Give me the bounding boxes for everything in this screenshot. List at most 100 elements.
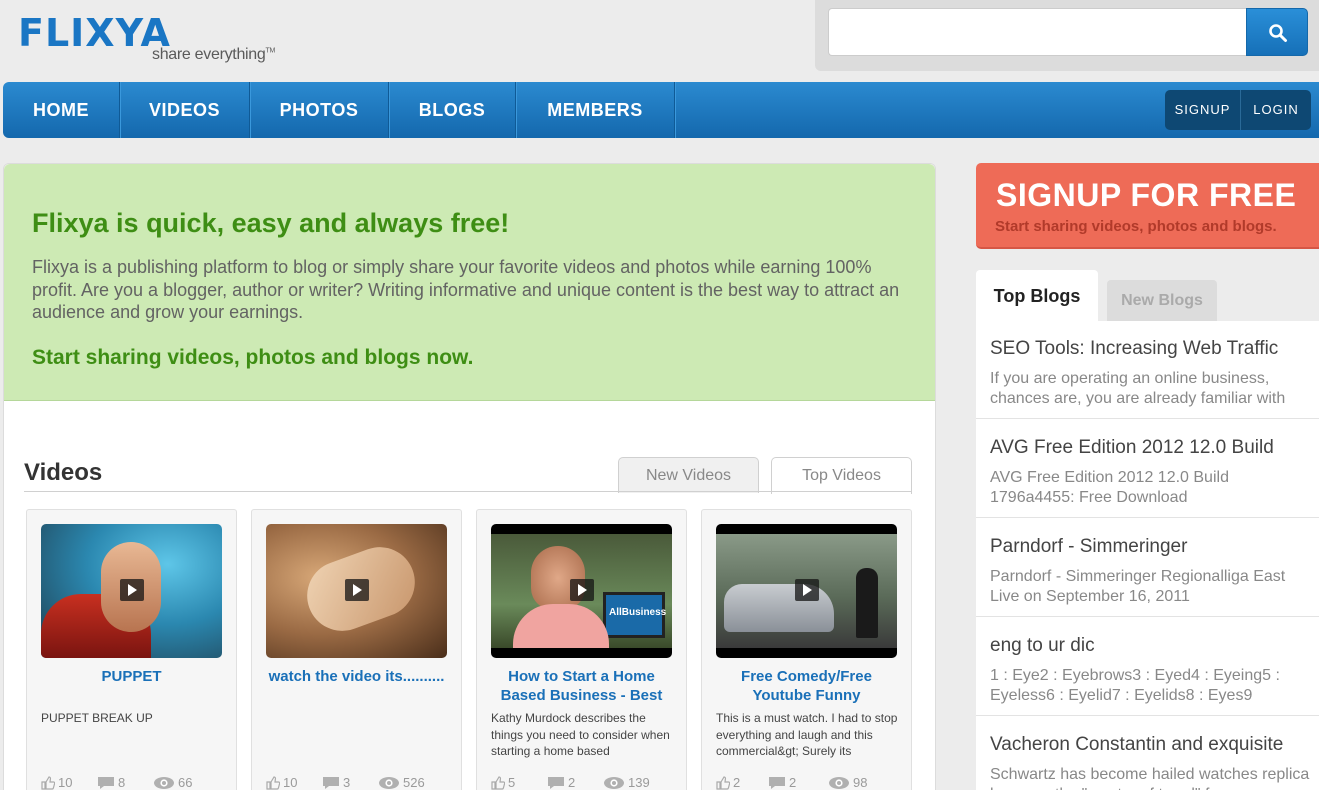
comments-stat: 2: [768, 774, 796, 790]
comments-stat: 2: [547, 774, 575, 790]
logo-tagline-text: share everything: [152, 46, 266, 63]
video-card: AllBusiness How to Start a Home Based Bu…: [476, 509, 687, 790]
likes-stat: 2: [716, 774, 740, 790]
video-description: This is a must watch. I had to stop ever…: [716, 711, 898, 758]
hero-cta: Start sharing videos, photos and blogs n…: [32, 346, 474, 369]
likes-count: 10: [283, 775, 298, 790]
video-title[interactable]: PUPPET: [35, 667, 228, 686]
comments-stat: 3: [322, 774, 350, 790]
nav-photos[interactable]: PHOTOS: [250, 82, 389, 138]
video-card: watch the video its.......... 10 3 526: [251, 509, 462, 790]
tab-new-blogs[interactable]: New Blogs: [1107, 280, 1217, 322]
blog-title: eng to ur dic: [990, 635, 1095, 656]
nav-videos[interactable]: VIDEOS: [120, 82, 250, 138]
video-stats: 10 3 526: [266, 774, 451, 790]
nav-login-button[interactable]: LOGIN: [1241, 90, 1311, 130]
video-card: PUPPET PUPPET BREAK UP 10 8 66: [26, 509, 237, 790]
blog-snippet: AVG Free Edition 2012 12.0 Build 1796a44…: [990, 469, 1229, 506]
video-description: Kathy Murdock describes the things you n…: [491, 711, 670, 758]
site-logo[interactable]: FLIXYA share everythingTM: [18, 12, 288, 68]
video-title[interactable]: watch the video its..........: [260, 667, 453, 686]
video-card: Free Comedy/Free Youtube Funny This is a…: [701, 509, 912, 790]
views-count: 139: [628, 775, 650, 790]
blog-title: Vacheron Constantin and exquisite: [990, 734, 1284, 755]
blog-list-item[interactable]: Vacheron Constantin and exquisite Schwar…: [976, 717, 1319, 790]
signup-banner-subtitle: Start sharing videos, photos and blogs.: [995, 218, 1277, 235]
video-title[interactable]: Free Comedy/Free Youtube Funny: [710, 667, 903, 705]
hero-text: Flixya is a publishing platform to blog …: [32, 257, 900, 322]
blog-snippet: Schwartz has become hailed watches repli…: [990, 766, 1310, 790]
comments-count: 2: [789, 775, 797, 790]
views-stat: 66: [153, 774, 192, 790]
comment-icon: [548, 777, 564, 789]
video-stats: 10 8 66: [41, 774, 226, 790]
video-thumbnail[interactable]: [41, 524, 222, 658]
main-nav: HOME VIDEOS PHOTOS BLOGS MEMBERS SIGNUP …: [3, 82, 1319, 138]
eye-icon: [154, 777, 174, 789]
comments-stat: 8: [97, 774, 125, 790]
comments-count: 8: [118, 775, 126, 790]
search-icon: [1269, 24, 1287, 42]
video-title[interactable]: How to Start a Home Based Business - Bes…: [485, 667, 678, 705]
video-description: [266, 710, 449, 760]
thumbs-up-icon: [716, 776, 731, 790]
blog-title: SEO Tools: Increasing Web Traffic: [990, 338, 1279, 359]
signup-banner-title: SIGNUP FOR FREE: [996, 177, 1297, 213]
comment-icon: [98, 777, 114, 789]
video-thumbnail[interactable]: [266, 524, 447, 658]
likes-stat: 10: [41, 774, 72, 790]
videos-divider: [24, 491, 912, 492]
hero-banner: Flixya is quick, easy and always free! F…: [4, 164, 935, 401]
blog-list-item[interactable]: AVG Free Edition 2012 12.0 Build AVG Fre…: [976, 420, 1319, 518]
blog-title: Parndorf - Simmeringer: [990, 536, 1188, 557]
blog-list-item[interactable]: Parndorf - Simmeringer Parndorf - Simmer…: [976, 519, 1319, 617]
logo-trademark: TM: [265, 47, 276, 55]
tab-top-videos[interactable]: Top Videos: [771, 457, 912, 494]
video-thumbnail[interactable]: AllBusiness: [491, 524, 672, 658]
likes-count: 5: [508, 775, 516, 790]
main-content: Flixya is quick, easy and always free! F…: [3, 163, 936, 790]
views-stat: 526: [378, 774, 425, 790]
thumbs-up-icon: [41, 776, 56, 790]
video-stats: 2 2 98: [716, 774, 901, 790]
search-bar: [815, 0, 1319, 71]
auth-buttons: SIGNUP LOGIN: [1165, 90, 1311, 130]
search-button[interactable]: [1246, 8, 1308, 56]
nav-signup-button[interactable]: SIGNUP: [1165, 90, 1241, 130]
thumb-figure: [513, 604, 609, 648]
eye-icon: [829, 777, 849, 789]
signup-for-free-banner[interactable]: SIGNUP FOR FREE Start sharing videos, ph…: [976, 163, 1319, 249]
views-count: 526: [403, 775, 425, 790]
thumb-monitor: AllBusiness: [603, 592, 667, 638]
play-icon: [570, 579, 594, 601]
blog-list-item[interactable]: eng to ur dic 1 : Eye2 : Eyebrows3 : Eye…: [976, 618, 1319, 716]
blog-title: AVG Free Edition 2012 12.0 Build: [990, 437, 1274, 458]
eye-icon: [604, 777, 624, 789]
tab-new-videos[interactable]: New Videos: [618, 457, 759, 493]
video-thumbnail[interactable]: [716, 524, 897, 658]
video-description: PUPPET BREAK UP: [41, 711, 153, 725]
tab-top-blogs[interactable]: Top Blogs: [976, 270, 1098, 322]
play-icon: [795, 579, 819, 601]
likes-count: 10: [58, 775, 73, 790]
hero-title: Flixya is quick, easy and always free!: [32, 208, 510, 238]
blog-list: SEO Tools: Increasing Web Traffic If you…: [976, 321, 1319, 790]
blog-list-item[interactable]: SEO Tools: Increasing Web Traffic If you…: [976, 321, 1319, 419]
play-icon: [345, 579, 369, 601]
blog-snippet: 1 : Eye2 : Eyebrows3 : Eyed4 : Eyeing5 :…: [990, 667, 1280, 704]
thumb-monitor-text: AllBusiness: [609, 607, 667, 618]
views-count: 98: [853, 775, 868, 790]
nav-home[interactable]: HOME: [3, 82, 120, 138]
nav-members[interactable]: MEMBERS: [516, 82, 675, 138]
thumbs-up-icon: [491, 776, 506, 790]
eye-icon: [379, 777, 399, 789]
search-input[interactable]: [828, 8, 1248, 56]
views-stat: 139: [603, 774, 650, 790]
likes-stat: 10: [266, 774, 297, 790]
nav-blogs[interactable]: BLOGS: [389, 82, 516, 138]
logo-wordmark: FLIXYA: [18, 11, 171, 55]
thumbs-up-icon: [266, 776, 281, 790]
play-icon: [120, 579, 144, 601]
logo-tagline: share everythingTM: [152, 46, 275, 64]
blog-snippet: Parndorf - Simmeringer Regionalliga East…: [990, 568, 1286, 605]
